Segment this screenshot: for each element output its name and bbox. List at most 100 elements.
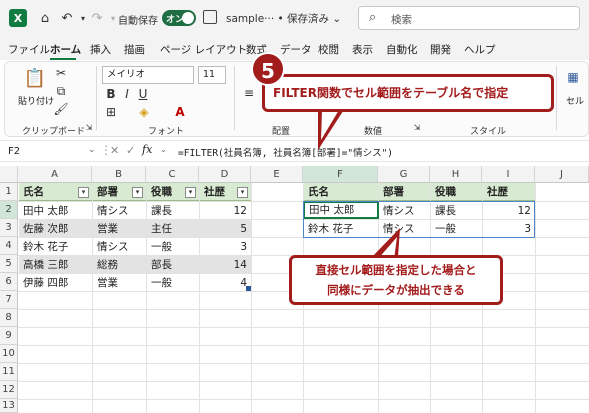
- italic-icon[interactable]: I: [120, 86, 134, 102]
- clipboard-launcher-icon[interactable]: ⇲: [84, 122, 94, 132]
- row-header-7[interactable]: 7: [0, 291, 18, 309]
- underline-icon[interactable]: U: [136, 86, 150, 102]
- formula-text[interactable]: =FILTER(社員名簿, 社員名簿[部署]="情シス"): [178, 145, 393, 159]
- filter-dropdown-icon[interactable]: ▾: [78, 187, 89, 198]
- format-painter-icon[interactable]: 🖌: [53, 102, 68, 116]
- row-header-11[interactable]: 11: [0, 363, 18, 381]
- column-header-g[interactable]: G: [378, 166, 430, 183]
- bold-icon[interactable]: B: [104, 86, 118, 102]
- row-header-2[interactable]: 2: [0, 201, 18, 219]
- enter-icon[interactable]: ✓: [126, 144, 135, 157]
- borders-icon[interactable]: ⊞: [104, 104, 118, 120]
- column-header-i[interactable]: I: [482, 166, 535, 183]
- cut-icon[interactable]: ✂: [54, 66, 68, 80]
- table-cell[interactable]: 課長: [431, 202, 482, 220]
- tab-automate[interactable]: 自動化: [386, 42, 418, 57]
- row-header-1[interactable]: 1: [0, 183, 18, 201]
- filter-dropdown-icon[interactable]: ▾: [237, 187, 248, 198]
- font-name-select[interactable]: メイリオ: [102, 66, 194, 84]
- number-launcher-icon[interactable]: ⇲: [412, 122, 422, 132]
- table-cell[interactable]: 5: [200, 220, 251, 238]
- table-resize-handle[interactable]: [246, 286, 251, 291]
- tab-file[interactable]: ファイル: [8, 42, 50, 57]
- table-cell[interactable]: 主任: [147, 220, 199, 238]
- result-header-title[interactable]: 役職: [431, 183, 482, 201]
- row-header-4[interactable]: 4: [0, 237, 18, 255]
- search-box[interactable]: ⌕ 検索: [358, 6, 580, 30]
- font-size-select[interactable]: 11: [198, 66, 226, 84]
- row-header-9[interactable]: 9: [0, 327, 18, 345]
- column-header-j[interactable]: J: [535, 166, 589, 183]
- table-cell[interactable]: 情シス: [379, 220, 430, 238]
- result-header-years[interactable]: 社歴: [483, 183, 535, 201]
- table-cell[interactable]: 情シス: [93, 202, 146, 220]
- column-header-b[interactable]: B: [92, 166, 146, 183]
- paste-icon[interactable]: 📋: [24, 66, 46, 90]
- table-cell[interactable]: 鈴木 花子: [19, 238, 92, 256]
- row-header-5[interactable]: 5: [0, 255, 18, 273]
- fill-color-icon[interactable]: ◈: [136, 104, 152, 120]
- copy-icon[interactable]: ⧉: [54, 84, 68, 98]
- autosave-toggle[interactable]: オン: [162, 10, 196, 26]
- table-cell[interactable]: 一般: [431, 220, 482, 238]
- fx-dropdown-icon[interactable]: ⌄: [160, 145, 167, 154]
- table-cell[interactable]: 情シス: [379, 202, 430, 220]
- table-cell[interactable]: 高橋 三郎: [19, 256, 92, 274]
- column-header-e[interactable]: E: [251, 166, 303, 183]
- document-title[interactable]: sample··· • 保存済み ⌄: [226, 11, 341, 26]
- tab-review[interactable]: 校閲: [318, 42, 339, 57]
- paste-label[interactable]: 貼り付け: [18, 94, 54, 107]
- table-cell[interactable]: 営業: [93, 274, 146, 292]
- tab-draw[interactable]: 描画: [124, 42, 145, 57]
- row-header-13[interactable]: 13: [0, 399, 18, 413]
- column-header-a[interactable]: A: [18, 166, 92, 183]
- table-cell[interactable]: 一般: [147, 274, 199, 292]
- tab-help[interactable]: ヘルプ: [464, 42, 496, 57]
- column-header-h[interactable]: H: [430, 166, 482, 183]
- selected-cell-f2[interactable]: 田中 太郎: [303, 201, 379, 219]
- tab-data[interactable]: データ: [280, 42, 312, 57]
- table-cell[interactable]: 3: [200, 238, 251, 256]
- table-cell[interactable]: 鈴木 花子: [304, 220, 378, 238]
- row-header-10[interactable]: 10: [0, 345, 18, 363]
- result-header-dept[interactable]: 部署: [379, 183, 430, 201]
- column-header-d[interactable]: D: [199, 166, 251, 183]
- name-box-dropdown-icon[interactable]: ⌄: [88, 145, 96, 155]
- row-header-3[interactable]: 3: [0, 219, 18, 237]
- table-cell[interactable]: 佐藤 次郎: [19, 220, 92, 238]
- tab-developer[interactable]: 開発: [430, 42, 451, 57]
- table-cell[interactable]: 12: [483, 202, 535, 220]
- align-left-icon[interactable]: ≡: [242, 86, 256, 100]
- table-cell[interactable]: 情シス: [93, 238, 146, 256]
- select-all-corner[interactable]: [0, 166, 18, 183]
- table-cell[interactable]: 課長: [147, 202, 199, 220]
- row-header-12[interactable]: 12: [0, 381, 18, 399]
- table-cell[interactable]: 営業: [93, 220, 146, 238]
- column-header-f[interactable]: F: [303, 166, 378, 183]
- table-cell[interactable]: 総務: [93, 256, 146, 274]
- cells-icon[interactable]: ▦: [564, 68, 582, 86]
- tab-insert[interactable]: 挿入: [90, 42, 111, 57]
- table-cell[interactable]: 3: [483, 220, 535, 238]
- row-header-8[interactable]: 8: [0, 309, 18, 327]
- table-cell[interactable]: 14: [200, 256, 251, 274]
- filter-dropdown-icon[interactable]: ▾: [185, 187, 196, 198]
- table-cell[interactable]: 4: [200, 274, 251, 292]
- table-cell[interactable]: 伊藤 四郎: [19, 274, 92, 292]
- name-box[interactable]: F2: [4, 144, 84, 160]
- result-header-name[interactable]: 氏名: [304, 183, 378, 201]
- save-icon[interactable]: [203, 10, 217, 24]
- font-color-icon[interactable]: A: [172, 104, 188, 120]
- home-icon[interactable]: ⌂: [36, 9, 54, 27]
- table-cell[interactable]: 一般: [147, 238, 199, 256]
- table-cell[interactable]: 田中 太郎: [19, 202, 92, 220]
- tab-home[interactable]: ホーム: [50, 42, 81, 57]
- tab-page-layout[interactable]: ページ レイアウト: [160, 42, 247, 57]
- table-cell[interactable]: 部長: [147, 256, 199, 274]
- tab-view[interactable]: 表示: [352, 42, 373, 57]
- filter-dropdown-icon[interactable]: ▾: [132, 187, 143, 198]
- insert-function-icon[interactable]: fx: [142, 143, 152, 156]
- cancel-icon[interactable]: ✕: [110, 144, 119, 157]
- cells-label[interactable]: セル: [566, 94, 584, 107]
- table-cell[interactable]: 12: [200, 202, 251, 220]
